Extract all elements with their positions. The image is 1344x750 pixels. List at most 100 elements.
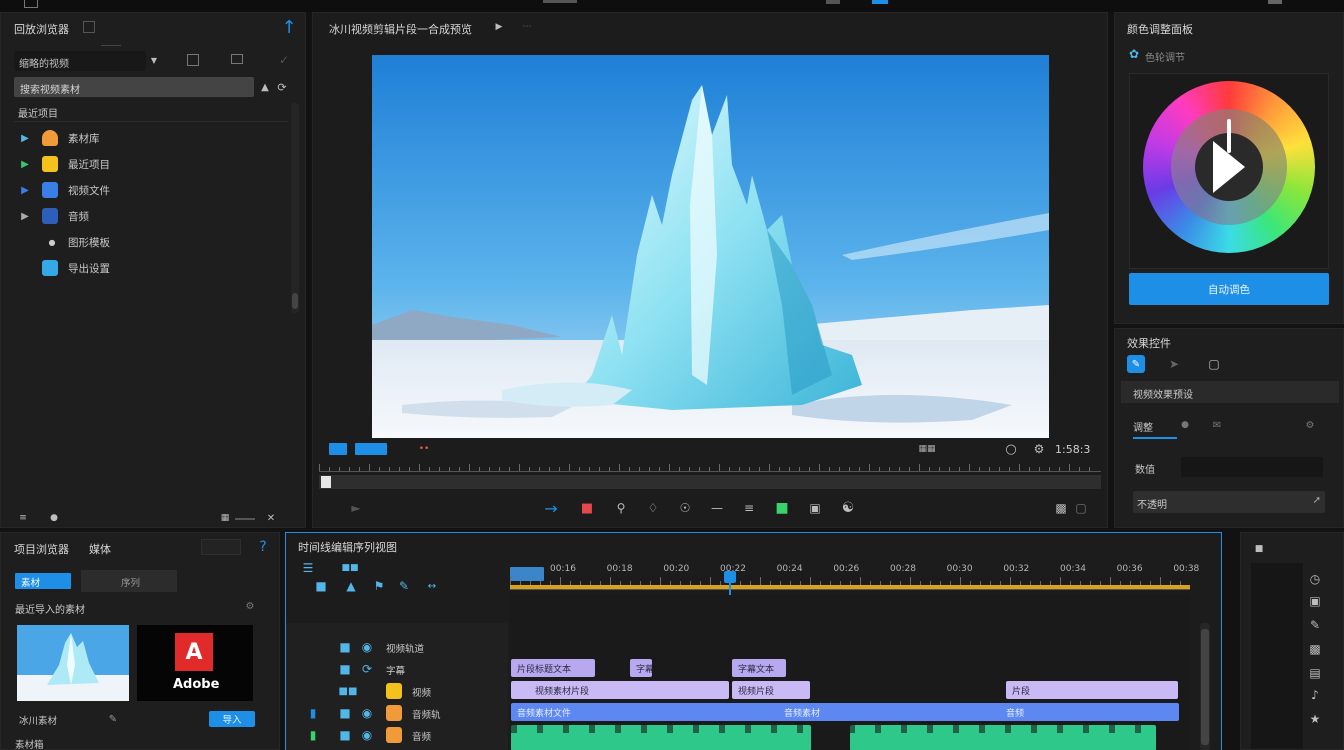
effects-tab-arrow-icon[interactable]: ➤ (1167, 357, 1181, 371)
track-lock-icon[interactable]: ■ (338, 728, 352, 742)
chevron-down-icon[interactable]: ▼ (147, 53, 161, 67)
tool-export-icon[interactable]: ▩ (1307, 641, 1323, 657)
track-header[interactable]: ▮ ■ ◉ 音频轨 (286, 703, 508, 723)
refresh-icon[interactable]: ⟳ (275, 80, 289, 94)
track-target-icon[interactable]: ▮ (302, 706, 324, 720)
tab-mail-icon[interactable]: ✉ (1211, 419, 1223, 431)
camera-icon[interactable]: ■ (773, 499, 791, 517)
color-wheel[interactable] (1143, 81, 1315, 253)
browser-scroll-thumb[interactable] (292, 293, 298, 309)
dash-icon[interactable]: — (709, 499, 725, 517)
footer-slider[interactable] (235, 518, 255, 520)
list-item[interactable]: ▶ 素材库 (14, 127, 288, 149)
track-header[interactable]: ■ ◉ 视频轨道 (286, 637, 508, 657)
scrub-handle[interactable] (321, 476, 331, 488)
extract-icon[interactable]: ♢ (645, 499, 661, 517)
track-header[interactable]: ■■ 视频 (286, 681, 508, 701)
play-mini-icon[interactable]: ▶ (493, 21, 505, 33)
footer-expand-icon[interactable]: ✕ (265, 513, 277, 524)
help-icon[interactable]: ? (255, 539, 271, 555)
tab-chevron-icon[interactable]: ● (1179, 419, 1191, 431)
edit-icon[interactable]: ✓ (277, 53, 291, 67)
track-header[interactable]: ▮ ■ ◉ 音频 (286, 725, 508, 745)
list-item[interactable]: ● 图形模板 (14, 231, 288, 253)
track-header[interactable]: ■ ⟳ 字幕 (286, 659, 508, 679)
thumb-glacier[interactable] (17, 625, 129, 701)
import-button[interactable]: 导入 (209, 711, 255, 727)
effects-tab-adjust[interactable]: 调整 (1133, 419, 1177, 439)
list-item[interactable]: ▶ 最近项目 (14, 153, 288, 175)
list-item[interactable]: ▶ 视频文件 (14, 179, 288, 201)
track-lock-icon[interactable]: ■■ (338, 684, 358, 698)
thumb-action-icon[interactable]: ✎ (107, 713, 119, 725)
timeline-clip[interactable]: 视频素材片段 (511, 681, 729, 699)
track-eye-icon[interactable]: ◉ (360, 640, 374, 654)
track-lock-icon[interactable]: ■ (338, 640, 352, 654)
timeline-clip[interactable]: 字幕文本 (732, 659, 786, 677)
work-area-bar[interactable] (510, 585, 1190, 589)
grid-view-icon[interactable] (231, 54, 243, 64)
tool-razor-icon[interactable]: ■■ (336, 561, 364, 575)
export-icon[interactable]: ▩ (1053, 499, 1069, 517)
tab-sequence[interactable]: 序列 (81, 570, 177, 592)
top-tab-indicator[interactable] (543, 0, 577, 3)
filter-icon[interactable]: ▲ (258, 80, 272, 94)
track-solo-icon[interactable]: ◉ (360, 728, 374, 742)
panel-menu-icon[interactable] (83, 21, 95, 33)
footer-grid-icon[interactable]: ▦ (219, 513, 231, 523)
fit-icon[interactable]: ▦▦ (917, 443, 937, 455)
effects-tab-box-icon[interactable]: ▢ (1207, 357, 1221, 371)
view-dropdown[interactable]: 缩略的视频 (14, 51, 146, 71)
footer-zoom-icon[interactable]: ● (49, 513, 59, 523)
top-icon-a[interactable] (826, 0, 840, 4)
opacity-row[interactable]: 不透明 ➚ (1133, 491, 1325, 513)
tool-snap-icon[interactable]: ■ (314, 579, 328, 593)
tool-pen-icon[interactable]: ✎ (398, 579, 410, 593)
out-point-button[interactable] (355, 443, 387, 455)
in-point-button[interactable] (329, 443, 347, 455)
tool-slip-icon[interactable]: ↔ (420, 579, 444, 593)
list-item[interactable]: 导出设置 (14, 257, 288, 279)
section-gear-icon[interactable]: ⚙ (243, 599, 257, 613)
safe-margins-icon[interactable]: ▣ (807, 499, 823, 517)
tool-share-icon[interactable]: ★ (1307, 711, 1323, 727)
list-icon[interactable]: ≡ (741, 499, 757, 517)
tool-history-icon[interactable]: ◷ (1307, 571, 1323, 587)
tool-layers-icon[interactable]: ▤ (1307, 665, 1323, 681)
maximize-icon[interactable]: ▢ (1073, 499, 1089, 517)
export-frame-icon[interactable]: ☉ (677, 499, 693, 517)
tool-link-icon[interactable]: ▲ (344, 579, 358, 593)
timeline-clip[interactable]: 音频素材文件 (511, 703, 1179, 721)
tab-media[interactable]: 素材 (15, 573, 71, 589)
track-lock-icon[interactable]: ■ (338, 662, 352, 676)
list-view-icon[interactable] (187, 54, 199, 66)
transport-left-icon[interactable]: ► (349, 501, 363, 515)
timeline-ruler[interactable]: 00:16 00:18 00:20 00:22 00:24 00:26 00:28 00:30… (510, 561, 1199, 591)
timeline-clip[interactable]: 字幕 (630, 659, 652, 677)
track-eye-icon[interactable]: ◉ (360, 706, 374, 720)
tool-crop-icon[interactable]: ▣ (1307, 593, 1323, 609)
upload-arrow-icon[interactable]: ↑ (279, 17, 299, 38)
thumb-adobe[interactable]: A Adobe (137, 625, 253, 701)
timeline-clip[interactable]: 片段 (1006, 681, 1178, 699)
top-icon-b[interactable] (872, 0, 888, 4)
viewer-menu-icon[interactable]: ⋯ (521, 22, 533, 32)
tool-audio-icon[interactable]: ♪ (1307, 687, 1323, 703)
track-mic-icon[interactable]: ▮ (306, 728, 320, 742)
timeline-scroll-thumb[interactable] (1201, 629, 1209, 745)
arrow-right-icon[interactable]: → (541, 499, 561, 518)
marker-icon[interactable]: •• (415, 443, 433, 455)
lift-icon[interactable]: ⚲ (613, 499, 629, 517)
zoom-icon[interactable]: ○ (1003, 441, 1019, 457)
tool-select-icon[interactable]: ☰ (300, 561, 316, 575)
window-icon[interactable] (24, 0, 38, 8)
top-icon-c[interactable] (1268, 0, 1282, 4)
timeline-clip[interactable]: 片段标题文本 (511, 659, 595, 677)
track-lock-icon[interactable]: ■ (338, 706, 352, 720)
list-item[interactable]: ▶ 音频 (14, 205, 288, 227)
tab-tools-icon[interactable]: ⚙ (1303, 419, 1317, 431)
auto-color-button[interactable]: 自动调色 (1129, 273, 1329, 305)
footer-list-icon[interactable]: ≡ (17, 513, 29, 523)
effects-tab-pen[interactable]: ✎ (1127, 355, 1145, 373)
timeline-clip[interactable]: 视频片段 (732, 681, 810, 699)
